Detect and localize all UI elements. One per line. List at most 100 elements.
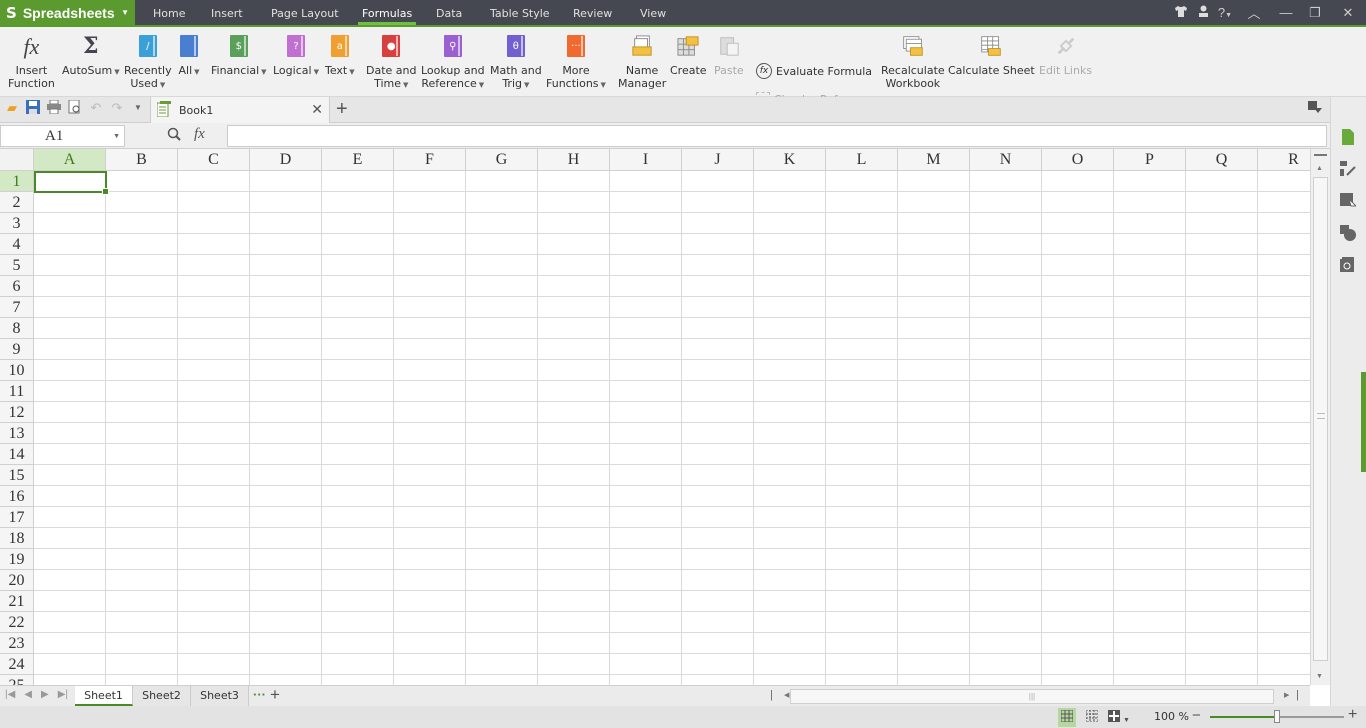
column-header-b[interactable]: B (106, 149, 178, 171)
app-menu-button[interactable]: S Spreadsheets ▼ (0, 0, 135, 25)
split-bar[interactable]: | (770, 689, 773, 701)
active-cell-a1[interactable] (34, 171, 109, 195)
user-icon[interactable] (1192, 5, 1214, 20)
insert-function-fx-icon[interactable]: fx (194, 126, 205, 143)
column-header-a[interactable]: A (34, 149, 106, 171)
date-time-button[interactable]: ● Date and Time ▼ (366, 33, 416, 92)
split-bar-right[interactable]: | (1296, 689, 1299, 701)
zoom-in-button[interactable]: + (1348, 706, 1357, 724)
previous-sheet-icon[interactable]: ◀ (24, 689, 32, 700)
horizontal-scrollbar[interactable]: | ◀ ||| ▶ | (768, 689, 1308, 705)
column-header-j[interactable]: J (682, 149, 754, 171)
logical-button[interactable]: ? Logical ▼ (273, 33, 319, 79)
vertical-scroll-thumb[interactable] (1313, 177, 1328, 661)
more-sheets-icon[interactable]: ··· (253, 687, 266, 702)
restore-button[interactable]: ❐ (1300, 5, 1330, 21)
row-header-17[interactable]: 17 (0, 507, 34, 528)
name-box-dropdown-icon[interactable]: ▼ (113, 126, 120, 146)
row-header-2[interactable]: 2 (0, 192, 34, 213)
math-trig-button[interactable]: θ Math and Trig ▼ (490, 33, 542, 92)
row-header-7[interactable]: 7 (0, 297, 34, 318)
new-document-icon[interactable] (1340, 129, 1356, 145)
column-header-c[interactable]: C (178, 149, 250, 171)
tab-view[interactable]: View (640, 0, 666, 25)
column-header-g[interactable]: G (466, 149, 538, 171)
column-header-q[interactable]: Q (1186, 149, 1258, 171)
row-header-19[interactable]: 19 (0, 549, 34, 570)
recalculate-workbook-button[interactable]: Recalculate Workbook (881, 33, 945, 90)
first-sheet-icon[interactable]: |◀ (5, 689, 15, 700)
create-name-button[interactable]: Create (670, 33, 707, 77)
row-header-9[interactable]: 9 (0, 339, 34, 360)
close-button[interactable]: ✕ (1330, 5, 1366, 21)
zoom-level[interactable]: 100 % (1154, 710, 1189, 723)
open-folder-icon[interactable]: ▰ (4, 100, 20, 116)
formula-input[interactable] (227, 125, 1327, 147)
paste-name-button[interactable]: Paste (714, 33, 744, 77)
row-header-11[interactable]: 11 (0, 381, 34, 402)
row-header-16[interactable]: 16 (0, 486, 34, 507)
column-header-i[interactable]: I (610, 149, 682, 171)
calculate-sheet-button[interactable]: Calculate Sheet (948, 33, 1035, 77)
sheet-tab-sheet2[interactable]: Sheet2 (133, 686, 191, 706)
collapse-ribbon-button[interactable]: ︿ (1236, 3, 1272, 22)
name-manager-button[interactable]: Name Manager (618, 33, 666, 90)
row-header-4[interactable]: 4 (0, 234, 34, 255)
horizontal-scroll-thumb[interactable]: ||| (790, 689, 1274, 704)
sheet-tab-sheet1[interactable]: Sheet1 (75, 686, 133, 706)
new-tab-button[interactable]: + (336, 98, 348, 121)
tab-table-style[interactable]: Table Style (490, 0, 550, 25)
column-header-l[interactable]: L (826, 149, 898, 171)
row-header-22[interactable]: 22 (0, 612, 34, 633)
zoom-out-button[interactable]: − (1192, 707, 1201, 724)
all-functions-button[interactable]: All ▼ (178, 33, 200, 79)
find-function-icon[interactable] (167, 127, 181, 144)
tab-review[interactable]: Review (573, 0, 612, 25)
text-functions-button[interactable]: a Text ▼ (325, 33, 355, 79)
scroll-right-arrow-icon[interactable]: ▶ (1284, 691, 1289, 699)
evaluate-formula-button[interactable]: fx Evaluate Formula (756, 63, 872, 79)
document-tab[interactable]: Book1 ✕ (150, 97, 330, 123)
tab-data[interactable]: Data (436, 0, 462, 25)
scroll-left-arrow-icon[interactable]: ◀ (784, 691, 789, 699)
spreadsheet-grid[interactable]: ABCDEFGHIJKLMNOPQR 1 2 3 4 5 6 7 8 9 10 11 12 13 14 15… (0, 149, 1310, 685)
row-header-10[interactable]: 10 (0, 360, 34, 381)
shirt-icon[interactable] (1170, 5, 1192, 20)
row-header-15[interactable]: 15 (0, 465, 34, 486)
column-header-p[interactable]: P (1114, 149, 1186, 171)
row-header-24[interactable]: 24 (0, 654, 34, 675)
row-header-8[interactable]: 8 (0, 318, 34, 339)
column-header-h[interactable]: H (538, 149, 610, 171)
insert-function-button[interactable]: fx Insert Function (8, 33, 55, 90)
row-header-25[interactable]: 25 (0, 675, 34, 685)
close-tab-icon[interactable]: ✕ (311, 102, 323, 118)
autosum-button[interactable]: Σ AutoSum ▼ (62, 33, 120, 79)
row-header-23[interactable]: 23 (0, 633, 34, 654)
financial-button[interactable]: $ Financial ▼ (211, 33, 267, 79)
tab-home[interactable]: Home (153, 0, 185, 25)
normal-view-icon[interactable] (1058, 707, 1076, 727)
zoom-slider-knob[interactable] (1274, 710, 1280, 723)
column-header-k[interactable]: K (754, 149, 826, 171)
undo-icon[interactable]: ↶ (88, 100, 104, 116)
row-header-3[interactable]: 3 (0, 213, 34, 234)
tab-formulas[interactable]: Formulas (358, 0, 417, 25)
backup-icon[interactable] (1340, 257, 1356, 273)
lookup-reference-button[interactable]: ⚲ Lookup and Reference ▼ (421, 33, 485, 92)
row-header-6[interactable]: 6 (0, 276, 34, 297)
tab-insert[interactable]: Insert (211, 0, 243, 25)
row-header-12[interactable]: 12 (0, 402, 34, 423)
select-edit-icon[interactable] (1340, 161, 1356, 177)
page-layout-view-icon[interactable]: ▼ (1108, 709, 1130, 725)
row-header-14[interactable]: 14 (0, 444, 34, 465)
minimize-button[interactable]: — (1272, 5, 1300, 20)
select-all-corner[interactable] (0, 149, 34, 171)
edit-links-button[interactable]: Edit Links (1039, 33, 1092, 77)
sidebar-expand-handle[interactable] (1361, 372, 1366, 472)
split-handle[interactable] (1314, 154, 1327, 156)
name-box[interactable]: A1 ▼ (0, 125, 125, 147)
add-sheet-button[interactable]: + (270, 685, 280, 705)
column-header-r[interactable]: R (1258, 149, 1310, 171)
print-preview-icon[interactable] (67, 99, 83, 116)
select-cursor-icon[interactable] (1340, 193, 1358, 209)
